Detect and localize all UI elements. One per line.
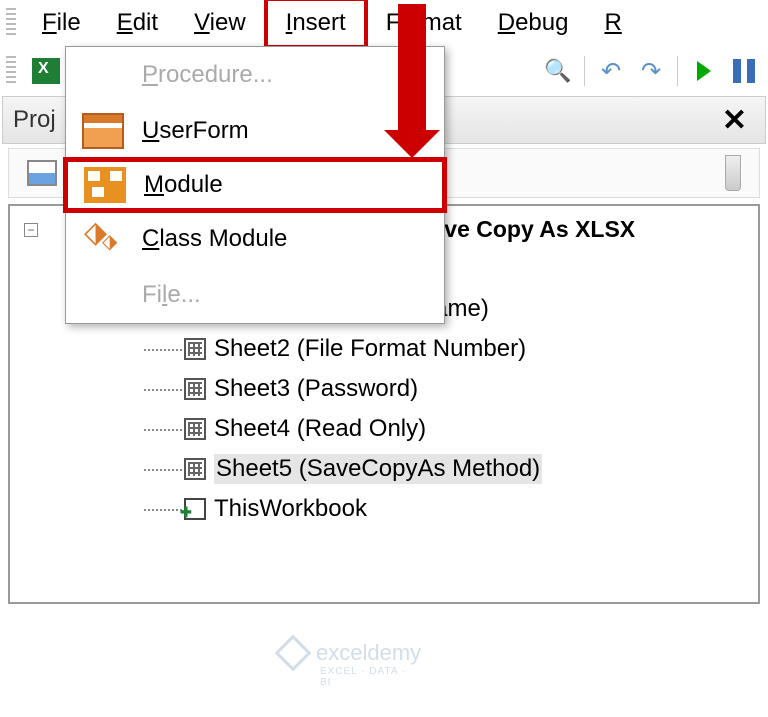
tree-item-sheet2[interactable]: Sheet2 (File Format Number) (184, 329, 754, 369)
toolbar-grip-2 (6, 56, 16, 86)
watermark-brand: exceldemy (316, 640, 421, 666)
project-explorer-title: Proj (13, 106, 56, 134)
binoculars-icon: 🔍 (544, 58, 571, 84)
dd-file: File... (66, 267, 444, 323)
tree-connector (144, 509, 182, 511)
menu-run[interactable]: R (586, 1, 639, 45)
undo-icon: ↶ (601, 57, 621, 86)
play-icon (697, 61, 711, 81)
sheet-label: Sheet5 (SaveCopyAs Method) (214, 454, 542, 484)
toolbar-grip (6, 8, 16, 38)
watermark-sub: EXCEL · DATA · BI (320, 666, 421, 688)
run-button[interactable] (686, 53, 722, 89)
menu-insert[interactable]: Insert (264, 0, 368, 49)
tree-item-thisworkbook[interactable]: ThisWorkbook (184, 489, 754, 529)
find-button[interactable]: 🔍 (540, 53, 576, 89)
break-button[interactable] (726, 53, 762, 89)
blank-icon (82, 277, 124, 313)
menu-edit[interactable]: Edit (99, 1, 176, 45)
menu-debug[interactable]: Debug (480, 1, 587, 45)
redo-icon: ↷ (641, 57, 661, 86)
tree-connector (144, 349, 182, 351)
collapse-icon[interactable]: − (24, 223, 38, 237)
dd-module[interactable]: Module (63, 157, 447, 213)
watermark: exceldemy EXCEL · DATA · BI (280, 640, 421, 666)
blank-icon (82, 57, 124, 93)
workbook-icon (184, 498, 206, 520)
redo-button[interactable]: ↷ (633, 53, 669, 89)
watermark-logo-icon (275, 635, 312, 672)
tree-connector (144, 469, 182, 471)
menu-view[interactable]: View (176, 1, 264, 45)
tree-connector (144, 429, 182, 431)
tree-item-sheet3[interactable]: Sheet3 (Password) (184, 369, 754, 409)
tree-item-sheet5[interactable]: Sheet5 (SaveCopyAs Method) (184, 449, 754, 489)
module-icon (84, 167, 126, 203)
sheet-label: Sheet3 (Password) (214, 375, 418, 403)
worksheet-icon (184, 458, 206, 480)
dd-procedure: Procedure... (66, 47, 444, 103)
tree-item-sheet4[interactable]: Sheet4 (Read Only) (184, 409, 754, 449)
dd-classmodule[interactable]: Class Module (66, 211, 444, 267)
view-code-icon[interactable] (27, 160, 57, 186)
worksheet-icon (184, 418, 206, 440)
divider (584, 56, 585, 86)
close-button[interactable]: ✕ (714, 103, 755, 138)
toolbar-grip-3 (725, 155, 741, 191)
class-module-icon (82, 221, 124, 257)
userform-icon (82, 113, 124, 149)
menubar: File Edit View Insert Format Debug R (0, 0, 768, 46)
sheet-label: Sheet2 (File Format Number) (214, 335, 526, 363)
menu-file[interactable]: File (24, 1, 99, 45)
insert-dropdown: Procedure... UserForm Module Class Modul… (65, 46, 445, 324)
excel-button[interactable] (28, 53, 64, 89)
tree-connector (144, 389, 182, 391)
worksheet-icon (184, 378, 206, 400)
pause-icon (733, 59, 755, 83)
divider (677, 56, 678, 86)
worksheet-icon (184, 338, 206, 360)
excel-icon (32, 58, 60, 84)
undo-button[interactable]: ↶ (593, 53, 629, 89)
workbook-label: ThisWorkbook (214, 495, 367, 523)
annotation-arrow (398, 4, 426, 134)
sheet-label: Sheet4 (Read Only) (214, 415, 426, 443)
